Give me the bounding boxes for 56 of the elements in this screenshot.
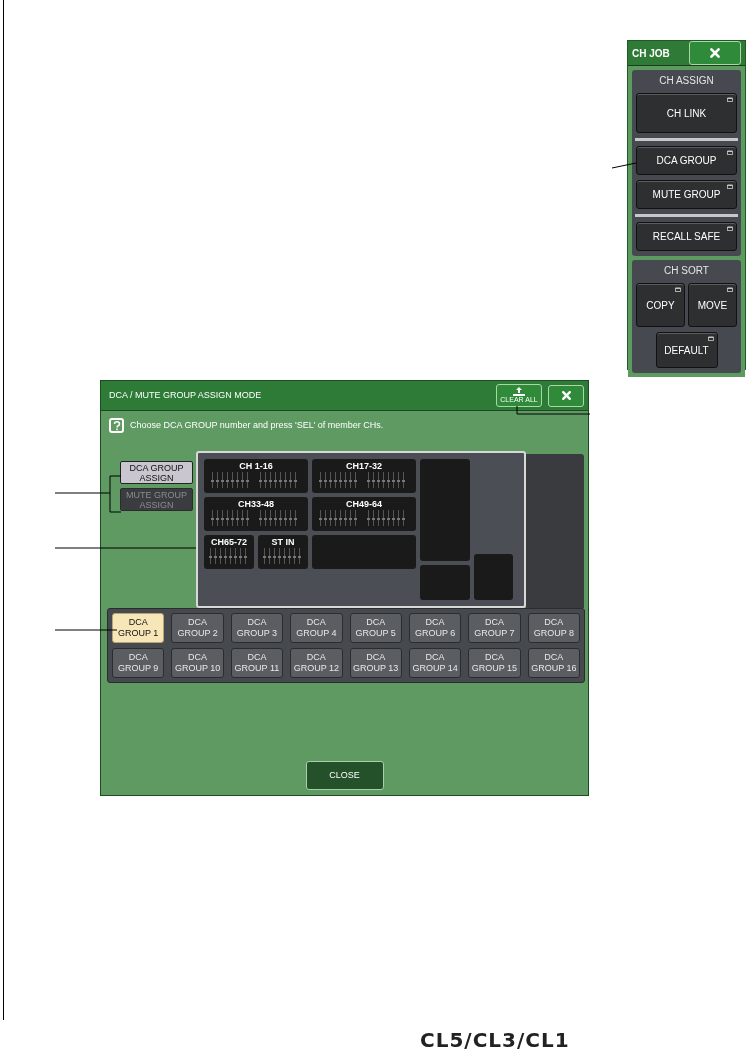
panel-title: CH JOB — [632, 46, 670, 61]
popup-icon — [727, 226, 733, 231]
dca-group-button[interactable]: DCA GROUP 12 — [290, 648, 343, 678]
channel-map-panel[interactable]: CH 1-16 CH17-32 CH33-48 CH49-64 CH65-72 ST IN — [196, 451, 526, 608]
popup-icon — [707, 336, 714, 341]
dca-group-button[interactable]: DCA GROUP 3 — [230, 613, 284, 643]
mode-button[interactable]: DCA GROUP ASSIGN — [120, 461, 193, 484]
dca-group-button[interactable]: DCA GROUP 13 — [349, 648, 402, 678]
ch-job-button[interactable]: MOVE — [688, 283, 737, 327]
close-icon — [709, 47, 721, 59]
ch-job-button[interactable]: MUTE GROUP — [636, 180, 737, 209]
help-icon[interactable] — [109, 418, 124, 433]
ch-job-button[interactable]: DEFAULT — [655, 332, 718, 368]
dca-group-button[interactable]: DCA GROUP 6 — [408, 613, 462, 643]
close-button[interactable] — [548, 384, 584, 407]
dca-group-button[interactable]: DCA GROUP 15 — [468, 648, 521, 678]
popup-icon — [727, 287, 733, 292]
dca-group-button[interactable]: DCA GROUP 5 — [349, 613, 402, 643]
leader-line — [54, 475, 122, 513]
dca-group-button[interactable]: DCA GROUP 4 — [290, 613, 343, 643]
channel-block[interactable]: CH33-48 — [204, 497, 308, 531]
popup-icon — [727, 150, 733, 155]
channel-block[interactable]: CH17-32 — [312, 459, 416, 493]
dca-group-button[interactable]: DCA GROUP 16 — [527, 648, 580, 678]
product-logo: CL5/CL3/CL1 — [420, 1028, 570, 1052]
empty-block — [474, 554, 513, 600]
close-icon — [560, 390, 572, 401]
close-button[interactable] — [689, 41, 741, 65]
section-title: CH SORT — [663, 264, 710, 278]
upload-icon — [512, 387, 526, 396]
ch-job-button[interactable]: CH LINK — [636, 93, 737, 133]
dca-group-button[interactable]: DCA GROUP 11 — [230, 648, 284, 678]
dca-group-button[interactable]: DCA GROUP 2 — [171, 613, 224, 643]
popup-icon — [727, 97, 733, 102]
dca-group-button[interactable]: DCA GROUP 10 — [171, 648, 224, 678]
ch-job-button[interactable]: DCA GROUP — [636, 146, 737, 175]
dca-group-button[interactable]: DCA GROUP 14 — [408, 648, 462, 678]
channel-block[interactable]: CH65-72 — [204, 535, 254, 569]
ch-job-button[interactable]: RECALL SAFE — [636, 222, 737, 251]
ch-job-button[interactable]: COPY — [636, 283, 685, 327]
section-title: CH ASSIGN — [658, 74, 715, 88]
dialog-title: DCA / MUTE GROUP ASSIGN MODE — [109, 388, 263, 402]
channel-block[interactable]: ST IN — [258, 535, 308, 569]
help-text: Choose DCA GROUP number and press 'SEL' of member CHs. — [130, 418, 384, 432]
dca-group-button[interactable]: DCA GROUP 1 — [112, 613, 165, 643]
dca-group-button[interactable]: DCA GROUP 9 — [112, 648, 165, 678]
channel-block[interactable]: CH49-64 — [312, 497, 416, 531]
empty-block — [420, 565, 470, 600]
popup-icon — [727, 184, 733, 189]
close-button[interactable]: CLOSE — [305, 761, 384, 790]
channel-block[interactable]: CH 1-16 — [204, 459, 308, 493]
leader-line — [611, 162, 637, 169]
leader-line — [54, 629, 118, 631]
dca-group-button[interactable]: DCA GROUP 7 — [468, 613, 521, 643]
dca-group-button[interactable]: DCA GROUP 8 — [527, 613, 580, 643]
popup-icon — [675, 287, 681, 292]
